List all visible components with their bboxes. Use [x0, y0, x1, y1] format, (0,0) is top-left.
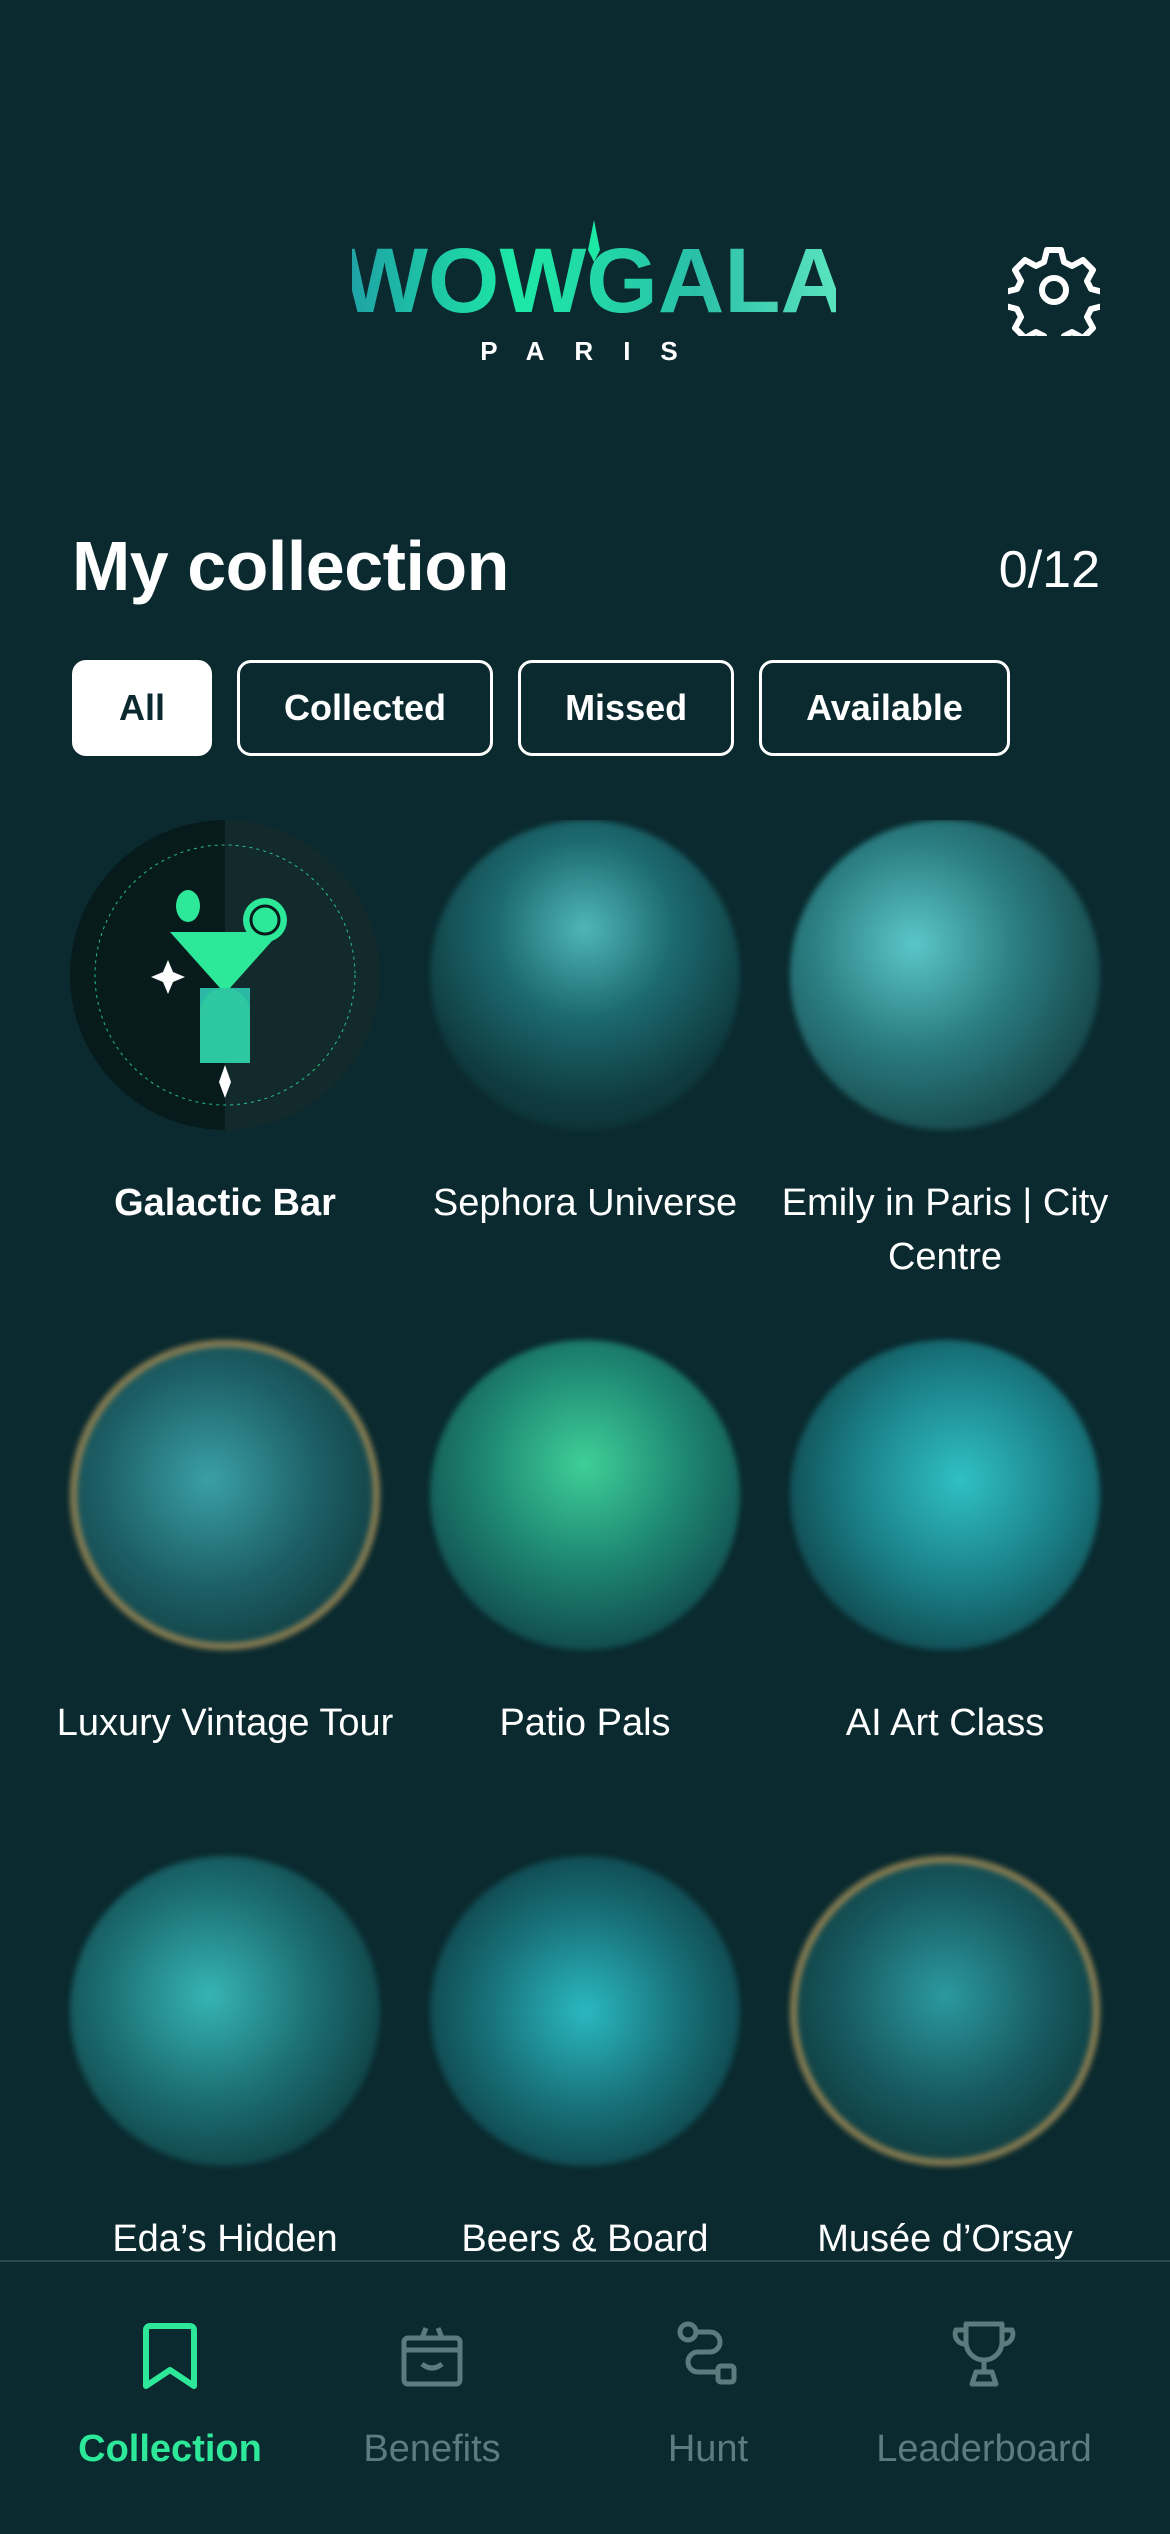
app-logo: WOWGALA PARIS: [341, 220, 847, 366]
item-thumbnail: [790, 1856, 1100, 2166]
trophy-icon: [952, 2321, 1016, 2387]
collection-item-beers-board[interactable]: Beers & Board: [405, 1856, 765, 2260]
gift-icon: [401, 2327, 463, 2387]
filter-all[interactable]: All: [72, 660, 213, 756]
collection-item-edas-hidden[interactable]: Eda’s Hidden: [45, 1856, 405, 2260]
logo-subtext: PARIS: [480, 336, 708, 365]
tab-label: Benefits: [363, 2428, 501, 2470]
collection-item-luxury-vintage-tour[interactable]: Luxury Vintage Tour: [45, 1340, 405, 1750]
tab-hunt[interactable]: Hunt: [578, 2314, 838, 2471]
item-badge: [70, 820, 380, 1130]
page-title: My collection: [72, 527, 509, 605]
item-label: Galactic Bar: [114, 1182, 336, 1224]
item-label: Emily in Paris | City Centre: [781, 1182, 1109, 1278]
collection-item-ai-art-class[interactable]: AI Art Class: [765, 1340, 1125, 1750]
collection-item-musee-dorsay[interactable]: Musée d’Orsay: [765, 1856, 1125, 2260]
collection-count: 0/12: [998, 541, 1100, 599]
collection-item-patio-pals[interactable]: Patio Pals: [405, 1340, 765, 1750]
item-thumbnail: [70, 1340, 380, 1650]
item-label: Eda’s Hidden: [112, 2218, 338, 2260]
item-thumbnail: [430, 820, 740, 1130]
tab-label: Hunt: [667, 2428, 749, 2470]
item-thumbnail: [430, 1340, 740, 1650]
collection-item-sephora-universe[interactable]: Sephora Universe: [405, 820, 765, 1230]
tab-collection[interactable]: Collection: [40, 2314, 300, 2471]
collection-grid: Galactic Bar Sephora Universe Emily in P…: [0, 820, 1170, 2260]
collection-item-galactic-bar[interactable]: Galactic Bar: [45, 820, 405, 1230]
tab-leaderboard[interactable]: Leaderboard: [854, 2314, 1114, 2471]
item-label: AI Art Class: [845, 1702, 1045, 1744]
bottom-tab-bar: Collection Benefits Hunt Leaderboard: [0, 2260, 1170, 2534]
item-label: Luxury Vintage Tour: [56, 1702, 394, 1744]
item-label: Sephora Universe: [432, 1182, 738, 1224]
filter-chips: All Collected Missed Available: [72, 660, 1010, 760]
bookmark-icon: [143, 2323, 197, 2389]
collection-header: My collection 0/12: [72, 518, 1100, 618]
settings-button[interactable]: [1002, 244, 1106, 351]
gear-icon: [1002, 247, 1106, 351]
item-thumbnail: [70, 1856, 380, 2166]
item-thumbnail: [790, 820, 1100, 1130]
tab-label: Collection: [78, 2428, 262, 2470]
item-thumbnail: [790, 1340, 1100, 1650]
filter-collected[interactable]: Collected: [237, 660, 494, 756]
item-thumbnail: [430, 1856, 740, 2166]
route-icon: [677, 2321, 737, 2385]
tab-benefits[interactable]: Benefits: [302, 2314, 562, 2471]
item-label: Musée d’Orsay: [817, 2218, 1073, 2260]
filter-missed[interactable]: Missed: [518, 660, 735, 756]
filter-available[interactable]: Available: [759, 660, 1010, 756]
collection-item-emily-in-paris[interactable]: Emily in Paris | City Centre: [765, 820, 1125, 1284]
item-label: Beers & Board: [461, 2218, 709, 2260]
item-label: Patio Pals: [499, 1702, 671, 1744]
tab-label: Leaderboard: [876, 2428, 1092, 2470]
